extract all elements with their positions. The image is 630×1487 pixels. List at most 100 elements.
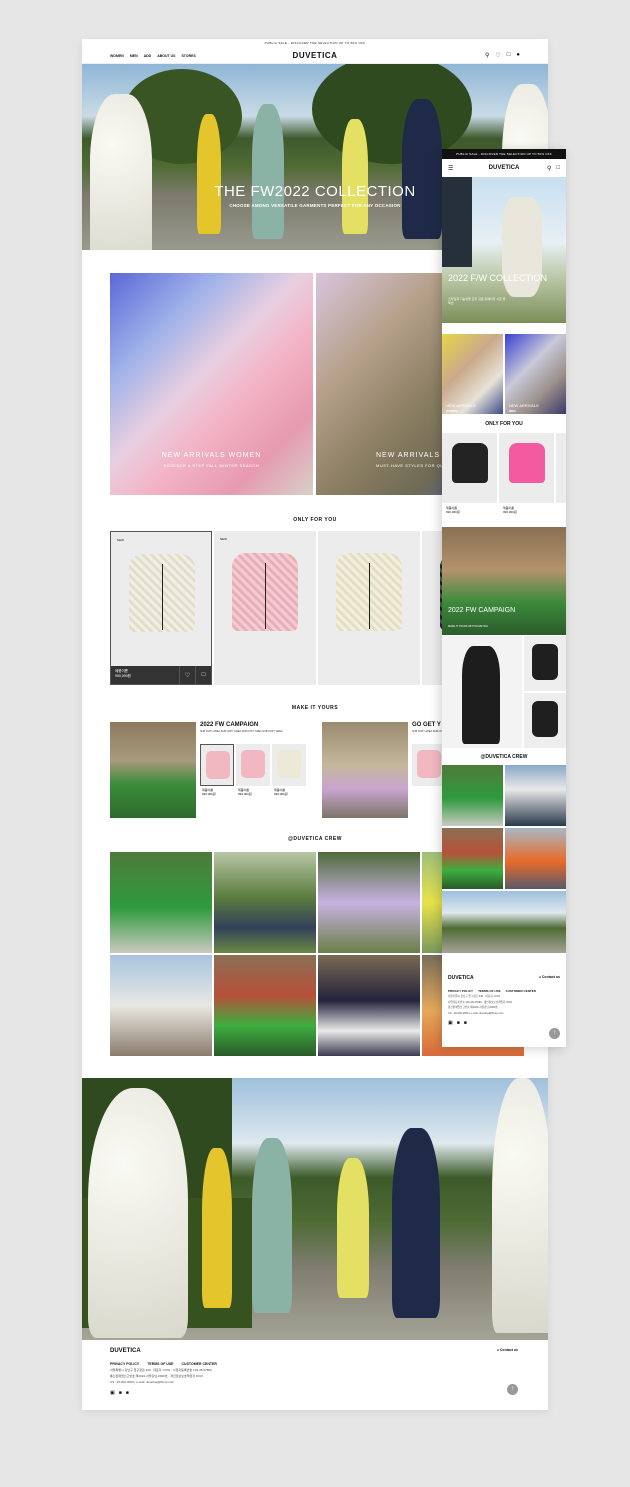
mobile-mockup: PUBLIC SALE - DISCOVER THE SELECTION UP … [442, 149, 566, 1047]
menu-item-stores[interactable]: STORES [181, 54, 195, 58]
model-figure [342, 119, 368, 234]
product-card[interactable]: NEW [214, 531, 316, 685]
crew-photo[interactable] [214, 852, 316, 953]
jacket-image [509, 443, 545, 483]
mini-product[interactable] [236, 744, 270, 786]
menu-item-about-us[interactable]: ABOUT US [157, 54, 175, 58]
bag-icon[interactable]: □ [507, 52, 511, 59]
card-title: NEW ARRIVALS [446, 403, 476, 408]
mini-product[interactable] [200, 744, 234, 786]
menu-item-men[interactable]: MEN [130, 54, 138, 58]
jacket-image [452, 443, 488, 483]
contact-us-link[interactable]: ● Contact us [539, 975, 560, 979]
promo-bar[interactable]: PUBLIC SALE - DISCOVER THE SELECTION UP … [82, 39, 548, 48]
campaign-photo[interactable] [322, 722, 408, 818]
facebook-icon[interactable]: ■ [119, 1390, 122, 1396]
product-card[interactable] [499, 433, 554, 503]
campaign-title: 2022 FW CAMPAIGN [200, 722, 259, 728]
mini-product[interactable] [272, 744, 306, 786]
jacket-image [129, 554, 195, 632]
bottom-banner[interactable] [82, 1078, 548, 1340]
menu-item-women[interactable]: WOMEN [110, 54, 124, 58]
linkedin-icon[interactable]: ■ [464, 1020, 467, 1026]
privacy-policy-link[interactable]: PRIVACY POLICY [110, 1362, 139, 1366]
crew-photo[interactable] [214, 955, 316, 1056]
back-to-top-button[interactable]: ↑ [507, 1384, 518, 1395]
mobile-nav: ☰ DUVETICA ⚲ □ [442, 159, 566, 177]
cart-icon[interactable]: □ [195, 666, 211, 684]
footer-info-line: 통신판매업신고번호 제2022-서울강남-0000호 [448, 1006, 498, 1009]
instagram-icon[interactable]: ▣ [110, 1390, 115, 1396]
new-arrivals-women-card[interactable]: NEW ARRIVALS WOMEN ESSENCE A STEP FALL W… [110, 273, 313, 495]
back-to-top-button[interactable]: ↑ [549, 1028, 560, 1039]
mobile-footer: DUVETICA ● Contact us PRIVACY POLICY TER… [442, 969, 566, 1047]
contact-us-link[interactable]: ● Contact us [497, 1348, 518, 1352]
logo[interactable]: DUVETICA [293, 51, 338, 60]
mobile-new-arrivals: NEW ARRIVALS WOMEN NEW ARRIVALS MEN [442, 334, 566, 414]
campaign-photo[interactable] [110, 722, 196, 818]
product-caption: 제품이름 990,000원 [503, 506, 517, 514]
mobile-product-carousel [442, 433, 566, 503]
crew-photo[interactable] [318, 852, 420, 953]
facebook-icon[interactable]: ■ [457, 1020, 460, 1026]
footer-info-line: 서울특별시 강남구 압구정로 340 · 대표자: OOO · 사업자등록번호 … [110, 1368, 212, 1372]
footer-links: PRIVACY POLICY TERMS OF USE CUSTOMER CEN… [448, 989, 560, 993]
product-caption: 제품이름 990,000원 [446, 506, 460, 514]
customer-center-link[interactable]: CUSTOMER CENTER [506, 989, 536, 993]
logo[interactable]: DUVETICA [489, 165, 520, 171]
social-links: ▣ ■ ■ [110, 1390, 520, 1396]
promo-bar[interactable]: PUBLIC SALE - DISCOVER THE SELECTION UP … [442, 149, 566, 159]
footer-logo[interactable]: DUVETICA [110, 1348, 520, 1354]
crew-photo[interactable] [442, 828, 503, 889]
product-card[interactable] [318, 531, 420, 685]
mini-product[interactable] [524, 693, 566, 748]
nav-icons: ⚲ ♡ □ ● [485, 52, 520, 59]
terms-of-use-link[interactable]: TERMS OF USE [147, 1362, 173, 1366]
campaign-subtitle: MAKE IT YOURS WITH DUVETICA [448, 625, 488, 628]
main-menu: WOMEN MEN ADD ABOUT US STORES [110, 54, 196, 58]
crew-photo[interactable] [505, 765, 566, 826]
instagram-icon[interactable]: ▣ [448, 1020, 453, 1026]
mini-product[interactable] [524, 636, 566, 691]
mini-product[interactable] [412, 744, 446, 786]
model-figure [442, 177, 472, 267]
crew-photo[interactable] [318, 955, 420, 1056]
wishlist-icon[interactable]: ♡ [179, 666, 195, 684]
hamburger-icon[interactable]: ☰ [448, 165, 453, 172]
mobile-crew-grid [442, 765, 566, 959]
search-icon[interactable]: ⚲ [485, 52, 489, 59]
terms-of-use-link[interactable]: TERMS OF USE [478, 989, 501, 993]
product-card[interactable]: NEW 제품이름 990,000원 ♡ □ [110, 531, 212, 685]
jacket-image [232, 553, 298, 631]
crew-photo[interactable] [110, 852, 212, 953]
only-for-you-title: ONLY FOR YOU [485, 421, 523, 427]
campaign-subtitle: SUB COPY AREA SUB COPY AREA SUB COPY ARE… [200, 730, 283, 733]
crew-photo[interactable] [442, 765, 503, 826]
user-icon[interactable]: ● [516, 52, 520, 59]
product-card[interactable] [556, 433, 566, 503]
footer: DUVETICA ● Contact us PRIVACY POLICY TER… [82, 1340, 548, 1410]
product-card[interactable] [442, 433, 497, 503]
mobile-hero[interactable]: 2022 F/W COLLECTION 스타일과 기능성을 모두 갖춘 듀베티카… [442, 177, 566, 323]
crew-title: @DUVETICA CREW [480, 754, 528, 760]
campaign-photo[interactable] [442, 527, 566, 635]
privacy-policy-link[interactable]: PRIVACY POLICY [448, 989, 473, 993]
campaign-model-photo[interactable] [442, 636, 522, 748]
main-nav: WOMEN MEN ADD ABOUT US STORES DUVETICA ⚲… [82, 48, 548, 64]
menu-item-add[interactable]: ADD [144, 54, 152, 58]
social-links: ▣ ■ ■ [448, 1020, 560, 1026]
new-arrivals-men-card[interactable]: NEW ARRIVALS MEN [505, 334, 566, 414]
product-info-bar: 제품이름 990,000원 ♡ □ [111, 666, 211, 684]
customer-center-link[interactable]: CUSTOMER CENTER [182, 1362, 217, 1366]
bag-icon[interactable]: □ [556, 165, 560, 172]
linkedin-icon[interactable]: ■ [126, 1390, 129, 1396]
card-subtitle: ESSENCE A STEP FALL WINTER SEASON [163, 463, 260, 468]
crew-photo[interactable] [505, 828, 566, 889]
campaign-title: 2022 FW CAMPAIGN [448, 607, 516, 614]
card-label: MEN [509, 409, 516, 413]
crew-photo-wide[interactable] [442, 891, 566, 953]
heart-icon[interactable]: ♡ [495, 52, 500, 59]
crew-photo[interactable] [110, 955, 212, 1056]
new-arrivals-women-card[interactable]: NEW ARRIVALS WOMEN [442, 334, 503, 414]
search-icon[interactable]: ⚲ [547, 165, 551, 172]
